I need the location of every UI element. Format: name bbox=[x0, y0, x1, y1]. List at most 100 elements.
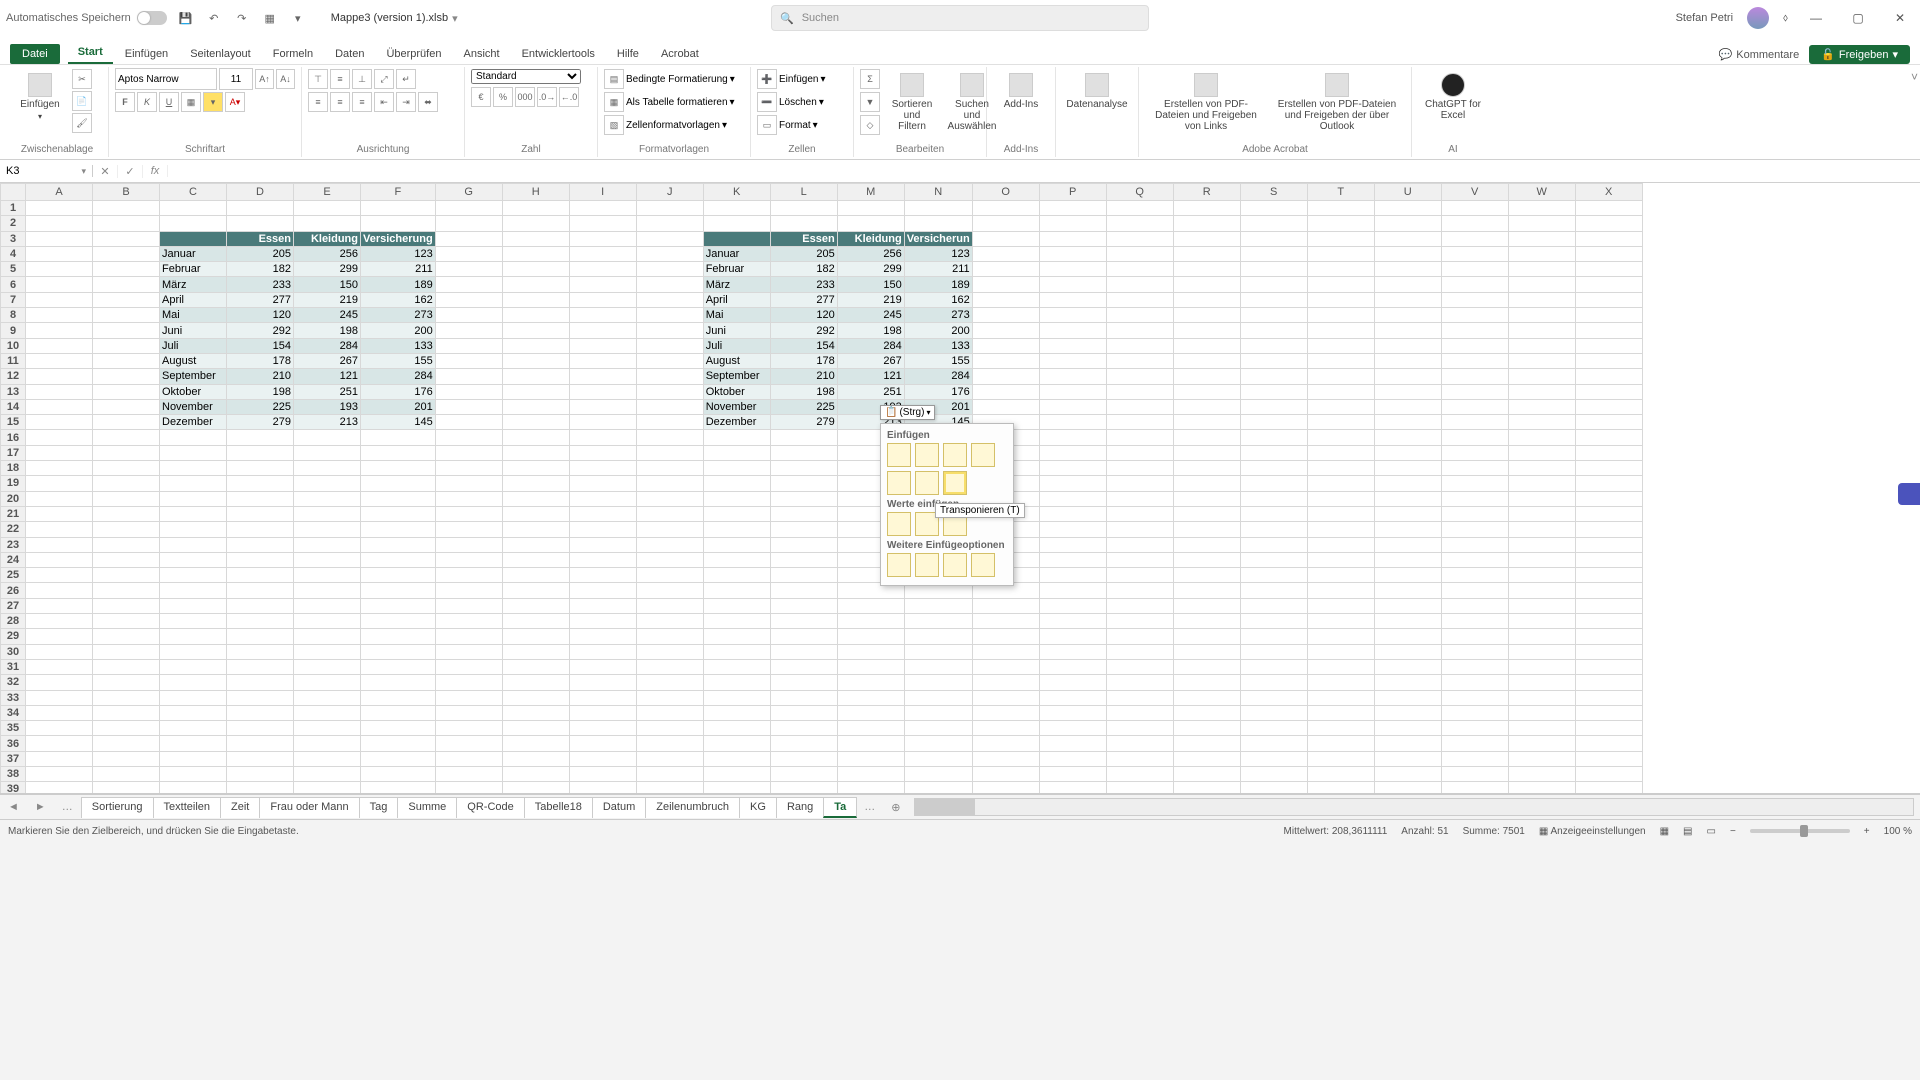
data-cell[interactable]: 120 bbox=[770, 308, 837, 323]
cell[interactable] bbox=[1508, 262, 1575, 277]
cell[interactable] bbox=[636, 415, 703, 430]
cell[interactable] bbox=[502, 277, 569, 292]
cell[interactable] bbox=[435, 506, 502, 521]
col-header[interactable]: E bbox=[294, 184, 361, 201]
cell[interactable] bbox=[703, 522, 770, 537]
data-cell[interactable]: 198 bbox=[227, 384, 294, 399]
cell[interactable] bbox=[1575, 415, 1642, 430]
cell[interactable] bbox=[770, 522, 837, 537]
cell[interactable] bbox=[435, 338, 502, 353]
cell[interactable] bbox=[227, 552, 294, 567]
cell[interactable] bbox=[1575, 721, 1642, 736]
cell[interactable] bbox=[770, 705, 837, 720]
currency-icon[interactable]: € bbox=[471, 87, 491, 107]
cell[interactable] bbox=[636, 583, 703, 598]
cell[interactable] bbox=[770, 659, 837, 674]
cell[interactable] bbox=[972, 231, 1039, 246]
cell[interactable] bbox=[636, 262, 703, 277]
cell[interactable] bbox=[1441, 721, 1508, 736]
font-size-input[interactable] bbox=[219, 68, 253, 90]
redo-icon[interactable]: ↷ bbox=[233, 9, 251, 27]
name-box[interactable]: K3▾ bbox=[0, 165, 93, 177]
cell[interactable] bbox=[636, 216, 703, 231]
cell[interactable] bbox=[160, 766, 227, 781]
cell[interactable] bbox=[1575, 659, 1642, 674]
cell[interactable] bbox=[435, 201, 502, 216]
insert-cells-button[interactable]: ➕Einfügen ▾ bbox=[757, 69, 826, 89]
cell[interactable] bbox=[294, 445, 361, 460]
cell[interactable] bbox=[93, 353, 160, 368]
cell[interactable] bbox=[1173, 583, 1240, 598]
cell[interactable] bbox=[1240, 721, 1307, 736]
data-cell[interactable]: August bbox=[160, 353, 227, 368]
data-cell[interactable]: 299 bbox=[837, 262, 904, 277]
cell[interactable] bbox=[1039, 598, 1106, 613]
cell[interactable] bbox=[1240, 308, 1307, 323]
cell[interactable] bbox=[1039, 736, 1106, 751]
cell[interactable] bbox=[703, 537, 770, 552]
maximize-button[interactable]: ▢ bbox=[1844, 11, 1872, 25]
cell[interactable] bbox=[770, 552, 837, 567]
cell[interactable] bbox=[972, 705, 1039, 720]
cell[interactable] bbox=[1173, 430, 1240, 445]
cell[interactable] bbox=[294, 506, 361, 521]
data-cell[interactable]: 120 bbox=[227, 308, 294, 323]
cell[interactable] bbox=[569, 721, 636, 736]
cell[interactable] bbox=[294, 201, 361, 216]
cell[interactable] bbox=[1441, 782, 1508, 794]
minimize-button[interactable]: — bbox=[1802, 11, 1830, 25]
cell[interactable] bbox=[1307, 415, 1374, 430]
cell[interactable] bbox=[770, 598, 837, 613]
cell[interactable] bbox=[636, 476, 703, 491]
cell[interactable] bbox=[1106, 522, 1173, 537]
cell[interactable] bbox=[904, 782, 972, 794]
cell[interactable] bbox=[703, 552, 770, 567]
cell[interactable] bbox=[1173, 353, 1240, 368]
cell[interactable] bbox=[1508, 491, 1575, 506]
data-cell[interactable]: 233 bbox=[770, 277, 837, 292]
cell[interactable] bbox=[435, 491, 502, 506]
cell[interactable] bbox=[1173, 629, 1240, 644]
cell[interactable] bbox=[1441, 522, 1508, 537]
cell[interactable] bbox=[502, 675, 569, 690]
col-header[interactable]: K bbox=[703, 184, 770, 201]
data-cell[interactable]: 219 bbox=[294, 292, 361, 307]
data-cell[interactable]: Mai bbox=[160, 308, 227, 323]
cell[interactable] bbox=[1374, 369, 1441, 384]
cell[interactable] bbox=[1441, 751, 1508, 766]
cell[interactable] bbox=[361, 537, 436, 552]
sheet-tab[interactable]: Zeilenumbruch bbox=[645, 797, 740, 818]
cell[interactable] bbox=[26, 522, 93, 537]
cell[interactable] bbox=[435, 384, 502, 399]
cell[interactable] bbox=[93, 415, 160, 430]
cell[interactable] bbox=[160, 614, 227, 629]
cell[interactable] bbox=[1307, 445, 1374, 460]
cell[interactable] bbox=[636, 277, 703, 292]
cell[interactable] bbox=[1441, 323, 1508, 338]
cell[interactable] bbox=[227, 766, 294, 781]
cell[interactable] bbox=[1039, 369, 1106, 384]
cell[interactable] bbox=[1374, 766, 1441, 781]
data-cell[interactable]: 150 bbox=[294, 277, 361, 292]
cell[interactable] bbox=[569, 522, 636, 537]
cell[interactable] bbox=[837, 721, 904, 736]
cell[interactable] bbox=[1039, 476, 1106, 491]
cell[interactable] bbox=[502, 292, 569, 307]
cell[interactable] bbox=[1374, 782, 1441, 794]
cell[interactable] bbox=[227, 201, 294, 216]
cell[interactable] bbox=[1575, 644, 1642, 659]
cell[interactable] bbox=[1173, 736, 1240, 751]
cell[interactable] bbox=[93, 644, 160, 659]
cell[interactable] bbox=[1173, 216, 1240, 231]
cell[interactable] bbox=[361, 552, 436, 567]
cell[interactable] bbox=[972, 690, 1039, 705]
sheet-prev-icon[interactable]: ◄ bbox=[0, 801, 27, 813]
cell[interactable] bbox=[1240, 659, 1307, 674]
cell[interactable] bbox=[972, 323, 1039, 338]
sheet-all-icon[interactable]: … bbox=[54, 801, 81, 813]
cell[interactable] bbox=[1374, 552, 1441, 567]
cell[interactable] bbox=[26, 415, 93, 430]
row-header[interactable]: 31 bbox=[1, 659, 26, 674]
align-bottom-icon[interactable]: ⊥ bbox=[352, 69, 372, 89]
wrap-text-icon[interactable]: ↵ bbox=[396, 69, 416, 89]
